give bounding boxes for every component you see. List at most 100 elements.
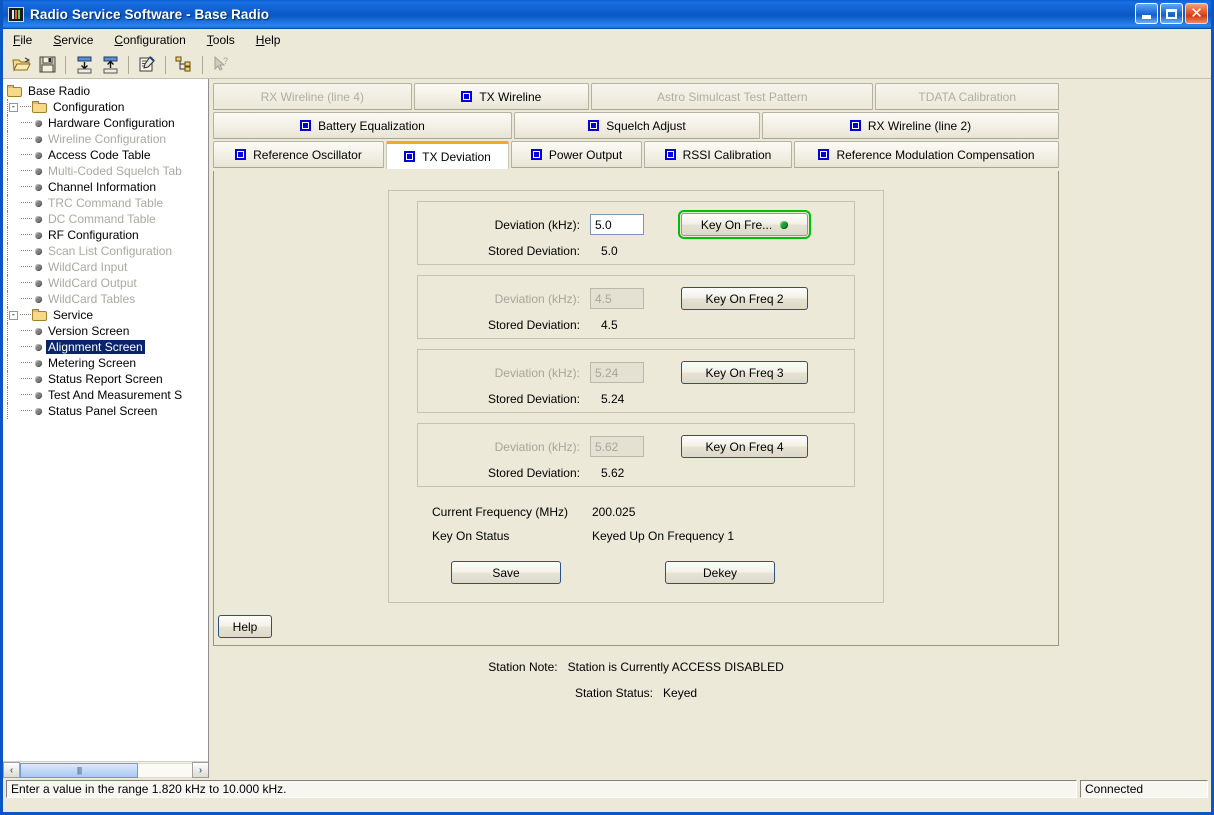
- key-on-status-row: Key On Status Keyed Up On Frequency 1: [432, 529, 883, 543]
- stored-deviation-value-1: 5.0: [601, 244, 618, 258]
- menu-tools[interactable]: Tools: [205, 32, 237, 48]
- node-bullet-icon: [35, 279, 42, 287]
- minimize-button[interactable]: [1135, 3, 1158, 24]
- tab-reference-oscillator[interactable]: Reference Oscillator: [213, 141, 384, 168]
- tree-guide: [7, 371, 9, 387]
- tree-expander[interactable]: -: [9, 102, 18, 112]
- tree-item-version-screen[interactable]: Version Screen: [7, 323, 208, 339]
- tree-item-test-and-measurement-s[interactable]: Test And Measurement S: [7, 387, 208, 403]
- tree-guide: [21, 202, 32, 204]
- tree-item-wildcard-tables[interactable]: WildCard Tables: [7, 291, 208, 307]
- tree-guide: [20, 106, 31, 108]
- tree-item-rf-configuration[interactable]: RF Configuration: [7, 227, 208, 243]
- tree-item-channel-information[interactable]: Channel Information: [7, 179, 208, 195]
- tree-guide: [21, 330, 32, 332]
- tree-guide: [21, 346, 32, 348]
- open-icon[interactable]: [9, 53, 33, 76]
- tab-label: TX Wireline: [479, 89, 542, 104]
- tab-tx-deviation[interactable]: TX Deviation: [386, 141, 509, 169]
- tree-item-metering-screen[interactable]: Metering Screen: [7, 355, 208, 371]
- save-button[interactable]: Save: [451, 561, 561, 584]
- node-bullet-icon: [35, 295, 42, 303]
- window-title: Radio Service Software - Base Radio: [30, 6, 270, 22]
- tree-item-dc-command-table[interactable]: DC Command Table: [7, 211, 208, 227]
- menu-service[interactable]: Service: [51, 32, 95, 48]
- tree-item-trc-command-table[interactable]: TRC Command Table: [7, 195, 208, 211]
- deviation-input-3: [590, 362, 644, 383]
- tab-row-2: Battery Equalization Squelch Adjust RX Wir…: [213, 112, 1059, 139]
- tree-item-wildcard-output[interactable]: WildCard Output: [7, 275, 208, 291]
- tab-squelch-adjust[interactable]: Squelch Adjust: [514, 112, 760, 139]
- node-bullet-icon: [35, 327, 42, 335]
- tree-guide: [7, 275, 9, 291]
- tree-item-wildcard-input[interactable]: WildCard Input: [7, 259, 208, 275]
- tree-horizontal-scrollbar[interactable]: ‹ |||| ›: [3, 761, 208, 778]
- window-controls: ✕: [1135, 3, 1208, 24]
- stored-deviation-value-2: 4.5: [601, 318, 618, 332]
- deviation-input-1[interactable]: [590, 214, 644, 235]
- stored-deviation-value-3: 5.24: [601, 392, 625, 406]
- key-on-freq-3-button[interactable]: Key On Freq 3: [681, 361, 808, 384]
- stored-deviation-row: Stored Deviation: 4.5: [418, 318, 854, 332]
- tree-item-access-code-table[interactable]: Access Code Table: [7, 147, 208, 163]
- tree-guide: [21, 186, 32, 188]
- tab-label: RX Wireline (line 2): [867, 118, 972, 133]
- menu-configuration[interactable]: Configuration: [112, 32, 187, 48]
- tab-rssi-calibration[interactable]: RSSI Calibration: [644, 141, 792, 168]
- tree-item-hardware-configuration[interactable]: Hardware Configuration: [7, 115, 208, 131]
- report-icon[interactable]: [135, 53, 159, 76]
- key-on-freq-2-button[interactable]: Key On Freq 2: [681, 287, 808, 310]
- station-status-label: Station Status:: [574, 686, 653, 700]
- menu-help[interactable]: Help: [254, 32, 283, 48]
- node-bullet-icon: [35, 391, 42, 399]
- tab-label: TX Deviation: [422, 149, 491, 164]
- tab-indicator-icon: [588, 120, 600, 131]
- tree-guide: [7, 147, 9, 163]
- tree-item-service[interactable]: - Service: [7, 307, 208, 323]
- tree-item-alignment-screen[interactable]: Alignment Screen: [7, 339, 208, 355]
- dekey-button[interactable]: Dekey: [665, 561, 775, 584]
- tx-deviation-panel: Deviation (kHz): Key On Fre... Stored Devi…: [213, 171, 1059, 646]
- tab-rx-wireline-line-4: RX Wireline (line 4): [213, 83, 412, 110]
- tree-item-wireline-configuration[interactable]: Wireline Configuration: [7, 131, 208, 147]
- tree-guide: [7, 131, 9, 147]
- tab-battery-equalization[interactable]: Battery Equalization: [213, 112, 512, 139]
- tree-item-multi-coded-squelch-tab[interactable]: Multi-Coded Squelch Tab: [7, 163, 208, 179]
- station-note-label: Station Note:: [488, 660, 558, 674]
- key-on-freq-4-button[interactable]: Key On Freq 4: [681, 435, 808, 458]
- tree-item-configuration[interactable]: - Configuration: [7, 99, 208, 115]
- tab-rx-wireline-line-2[interactable]: RX Wireline (line 2): [762, 112, 1059, 139]
- help-button[interactable]: Help: [218, 615, 272, 638]
- tab-tx-wireline[interactable]: TX Wireline: [413, 83, 590, 110]
- tree-view-icon[interactable]: [172, 53, 196, 76]
- maximize-button[interactable]: [1160, 3, 1183, 24]
- read-from-radio-icon[interactable]: [72, 53, 96, 76]
- tree-item-status-panel-screen[interactable]: Status Panel Screen: [7, 403, 208, 419]
- tree-item-scan-list-configuration[interactable]: Scan List Configuration: [7, 243, 208, 259]
- save-icon[interactable]: [35, 53, 59, 76]
- deviation-label: Deviation (kHz):: [494, 291, 580, 306]
- scroll-thumb[interactable]: ||||: [20, 762, 138, 778]
- tree-item-label: Service: [53, 308, 94, 322]
- menu-file[interactable]: File: [11, 32, 34, 48]
- navigation-tree[interactable]: Base Radio - Configuration Hardware Configu…: [3, 79, 208, 419]
- close-button[interactable]: ✕: [1185, 3, 1208, 24]
- tree-item-label: Wireline Configuration: [48, 132, 167, 146]
- scroll-track[interactable]: [138, 762, 192, 778]
- write-to-radio-icon[interactable]: [98, 53, 122, 76]
- tree-guide: [7, 211, 9, 227]
- scroll-left-button[interactable]: ‹: [3, 762, 20, 778]
- scroll-right-button[interactable]: ›: [192, 762, 208, 778]
- tab-reference-modulation-compensation[interactable]: Reference Modulation Compensation: [794, 141, 1059, 168]
- tab-row-1: RX Wireline (line 4) TX Wireline Astro Sim…: [213, 83, 1059, 110]
- toolbar-separator: [202, 55, 203, 74]
- key-on-freq-1-button[interactable]: Key On Fre...: [678, 210, 811, 239]
- tab-strip: RX Wireline (line 4) TX Wireline Astro Sim…: [213, 83, 1059, 169]
- tree-item-base-radio[interactable]: Base Radio: [7, 83, 208, 99]
- tree-guide: [21, 378, 32, 380]
- current-frequency-value: 200.025: [592, 505, 636, 519]
- tree-item-status-report-screen[interactable]: Status Report Screen: [7, 371, 208, 387]
- tree-expander[interactable]: -: [9, 310, 18, 320]
- navigation-tree-pane: Base Radio - Configuration Hardware Configu…: [3, 79, 209, 778]
- tab-power-output[interactable]: Power Output: [511, 141, 642, 168]
